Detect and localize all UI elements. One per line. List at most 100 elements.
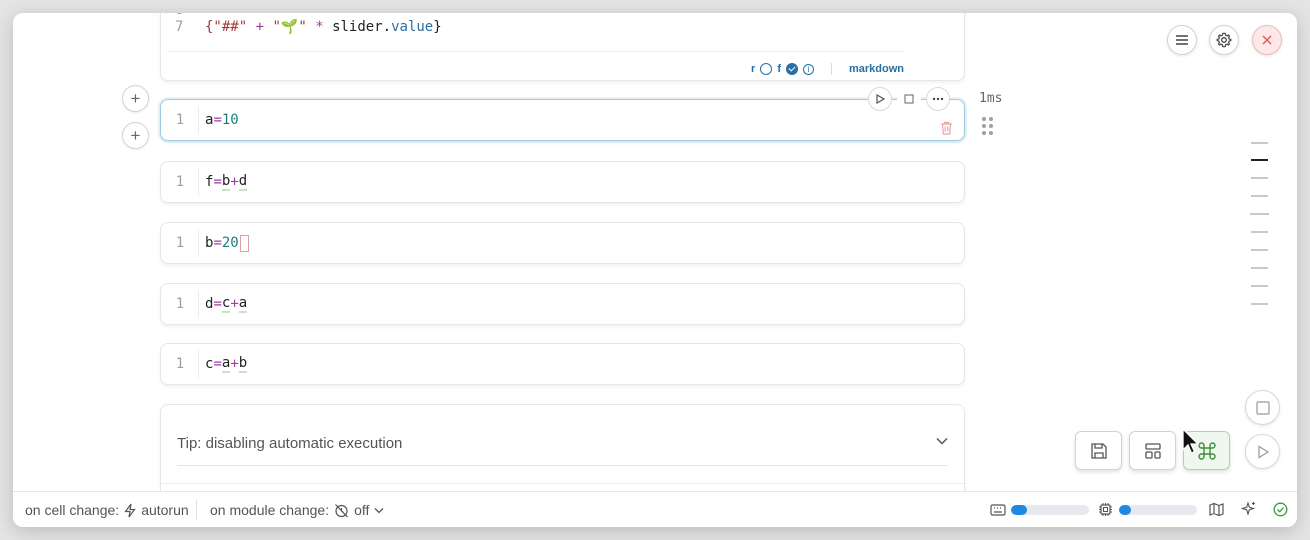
code-token: slider — [332, 19, 383, 35]
line-number: 6 — [175, 13, 183, 18]
markdown-cell[interactable]: 6 7 {"##" + "🌱" * slider.value} r f i ma… — [160, 13, 965, 81]
code-line[interactable]: c = a + b — [205, 344, 248, 384]
close-button[interactable] — [1252, 25, 1282, 55]
drag-handle-icon[interactable] — [982, 117, 993, 135]
module-change-label: on module change: — [210, 502, 330, 518]
status-bar: on cell change: autorun on module change… — [13, 491, 1297, 527]
code-cell[interactable]: 1 c = a + b — [160, 343, 965, 385]
code-token: * — [315, 19, 324, 35]
variable-reference[interactable]: c — [221, 295, 231, 313]
menu-button[interactable] — [1167, 25, 1197, 55]
code-token: } — [433, 19, 442, 35]
code-token: + — [230, 174, 239, 190]
cell-change-label: on cell change: — [25, 502, 120, 518]
code-cell[interactable]: 1 b = 20 — [160, 222, 965, 264]
gutter-divider — [198, 106, 199, 134]
code-cell[interactable]: 1 a = 10 — [160, 99, 965, 141]
code-token: = — [213, 296, 222, 312]
minimap-line[interactable] — [1251, 303, 1268, 305]
variable-reference[interactable]: b — [238, 355, 248, 373]
map-icon[interactable] — [1209, 502, 1224, 517]
divider — [161, 483, 964, 484]
line-number: 7 — [175, 19, 184, 35]
settings-button[interactable] — [1209, 25, 1239, 55]
layout-button[interactable] — [1129, 431, 1176, 470]
text-cursor — [239, 234, 249, 252]
module-change-value: off — [354, 502, 370, 518]
minimap-line-active[interactable] — [1251, 159, 1268, 161]
play-icon — [876, 94, 885, 104]
minimap-line[interactable] — [1251, 142, 1268, 144]
cell-more-button[interactable] — [926, 87, 950, 111]
chevron-down-icon — [374, 507, 384, 513]
cpu-usage-fill — [1119, 505, 1131, 515]
run-timing: 1ms — [979, 91, 1003, 106]
cpu-icon — [1099, 503, 1112, 516]
add-cell-icon: + — [130, 125, 141, 145]
code-cell[interactable]: 1 d = c + a — [160, 283, 965, 325]
code-token: = — [213, 235, 222, 251]
code-token: f — [205, 174, 214, 190]
code-token: c — [205, 356, 214, 372]
line-number: 1 — [175, 174, 185, 190]
code-line[interactable]: d = c + a — [205, 284, 248, 324]
stop-cell-button[interactable] — [897, 87, 921, 111]
check-circle-icon — [1273, 502, 1288, 517]
f-radio[interactable] — [785, 63, 798, 75]
variable-reference[interactable]: a — [238, 295, 248, 313]
divider — [830, 63, 832, 75]
code-cell[interactable]: 1 f = b + d — [160, 161, 965, 203]
code-token: = — [213, 174, 222, 190]
memory-usage-bar — [1011, 505, 1089, 515]
code-token: "🌱" — [272, 19, 307, 35]
menu-icon — [1176, 35, 1188, 45]
minimap-line[interactable] — [1250, 213, 1269, 215]
save-button[interactable] — [1075, 431, 1122, 470]
interrupt-button[interactable] — [1245, 390, 1280, 425]
info-icon[interactable]: i — [802, 63, 814, 75]
cell-language-label[interactable]: markdown — [849, 63, 904, 75]
minimap-line[interactable] — [1251, 285, 1268, 287]
tip-title[interactable]: Tip: disabling automatic execution — [177, 435, 402, 452]
sparkle-icon[interactable] — [1241, 501, 1257, 517]
more-icon — [932, 97, 944, 101]
add-cell-below-button[interactable]: + — [122, 122, 149, 149]
run-all-button[interactable] — [1245, 434, 1280, 469]
save-icon — [1090, 442, 1107, 459]
cpu-usage-bar — [1119, 505, 1197, 515]
code-line[interactable]: f = b + d — [205, 162, 248, 202]
variable-reference[interactable]: b — [221, 173, 231, 191]
minimap-line[interactable] — [1251, 231, 1268, 233]
code-token: b — [205, 235, 214, 251]
r-label: r — [751, 63, 756, 75]
code-token: + — [230, 356, 239, 372]
minimap-line[interactable] — [1251, 195, 1268, 197]
run-cell-button[interactable] — [868, 87, 892, 111]
variable-reference[interactable]: d — [238, 173, 248, 191]
cell-toolbar — [868, 87, 950, 111]
divider — [177, 465, 948, 466]
minimap-line[interactable] — [1251, 249, 1268, 251]
cell-footer: r f i markdown — [751, 61, 904, 77]
code-line[interactable]: {"##" + "🌱" * slider.value} — [205, 19, 442, 35]
code-token: . — [382, 19, 392, 35]
code-line[interactable]: b = 20 — [205, 223, 249, 263]
gear-icon — [1216, 32, 1232, 48]
r-radio[interactable] — [760, 63, 773, 75]
add-cell-above-button[interactable]: + — [122, 85, 149, 112]
variable-reference[interactable]: a — [221, 355, 231, 373]
module-change-setting[interactable]: on module change: off — [210, 502, 384, 518]
mouse-pointer-icon — [1182, 428, 1200, 454]
cell-change-setting[interactable]: on cell change: autorun — [25, 502, 189, 518]
layout-icon — [1144, 442, 1161, 459]
code-token: {"##" — [205, 19, 248, 35]
code-token: value — [391, 19, 434, 35]
trash-icon[interactable] — [940, 121, 953, 135]
code-line[interactable]: a = 10 — [205, 100, 239, 140]
chevron-down-icon[interactable] — [936, 437, 948, 445]
minimap-line[interactable] — [1251, 177, 1268, 179]
divider — [196, 500, 197, 520]
minimap-line[interactable] — [1251, 267, 1268, 269]
memory-usage-fill — [1011, 505, 1027, 515]
play-icon — [1257, 444, 1269, 459]
